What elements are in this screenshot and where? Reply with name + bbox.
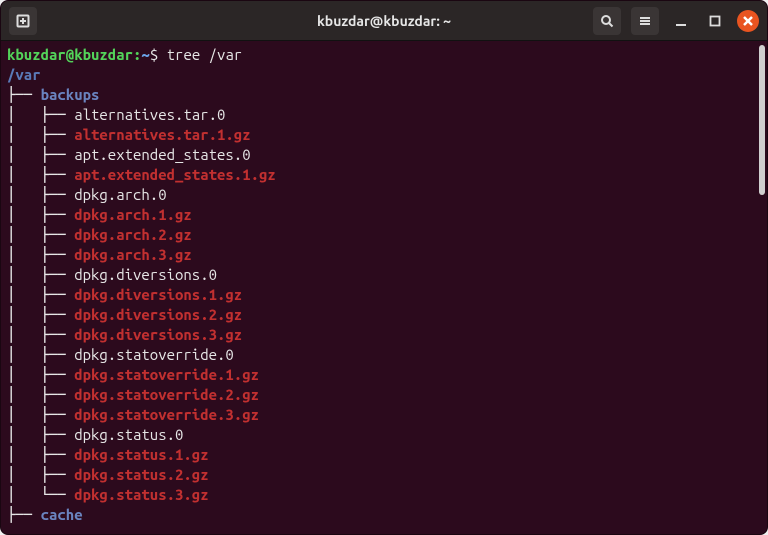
- prompt-user-host: kbuzdar@kbuzdar: [7, 46, 133, 63]
- tree-row: │ ├── apt.extended_states.0: [7, 145, 759, 165]
- tree-row: │ ├── dpkg.status.1.gz: [7, 445, 759, 465]
- file-name: dpkg.arch.0: [74, 186, 166, 203]
- search-button[interactable]: [593, 7, 621, 35]
- tree-prefix: │ ├──: [7, 246, 74, 263]
- tree-row: │ └── dpkg.status.3.gz: [7, 485, 759, 505]
- tree-prefix: │ ├──: [7, 446, 74, 463]
- directory-name: backups: [41, 86, 100, 103]
- tree-prefix: │ ├──: [7, 146, 74, 163]
- file-name: dpkg.statoverride.1.gz: [74, 366, 259, 383]
- tree-prefix: │ ├──: [7, 366, 74, 383]
- file-name: dpkg.statoverride.0: [74, 346, 234, 363]
- tree-row: │ ├── apt.extended_states.1.gz: [7, 165, 759, 185]
- prompt-symbol: $: [150, 46, 158, 63]
- tree-row: │ ├── alternatives.tar.1.gz: [7, 125, 759, 145]
- tree-row: │ ├── dpkg.arch.0: [7, 185, 759, 205]
- tree-output: ├── backups│ ├── alternatives.tar.0│ ├──…: [7, 85, 759, 525]
- file-name: dpkg.diversions.1.gz: [74, 286, 242, 303]
- tree-row: │ ├── dpkg.arch.3.gz: [7, 245, 759, 265]
- command-text: tree /var: [167, 46, 243, 63]
- tree-row: │ ├── dpkg.statoverride.3.gz: [7, 405, 759, 425]
- tree-row: │ ├── dpkg.status.0: [7, 425, 759, 445]
- tree-prefix: │ ├──: [7, 186, 74, 203]
- tree-row: │ ├── dpkg.arch.1.gz: [7, 205, 759, 225]
- tree-prefix: │ ├──: [7, 126, 74, 143]
- tree-row: │ ├── dpkg.status.2.gz: [7, 465, 759, 485]
- tree-row: │ ├── dpkg.statoverride.1.gz: [7, 365, 759, 385]
- directory-name: cache: [41, 506, 83, 523]
- file-name: dpkg.arch.2.gz: [74, 226, 192, 243]
- minimize-button[interactable]: [669, 9, 693, 33]
- tree-prefix: │ ├──: [7, 166, 74, 183]
- file-name: dpkg.diversions.3.gz: [74, 326, 242, 343]
- file-name: dpkg.statoverride.3.gz: [74, 406, 259, 423]
- tree-row: │ ├── dpkg.statoverride.2.gz: [7, 385, 759, 405]
- terminal-body[interactable]: kbuzdar@kbuzdar:~$ tree /var /var ├── ba…: [1, 41, 767, 534]
- file-name: apt.extended_states.1.gz: [74, 166, 276, 183]
- tree-row: │ ├── dpkg.diversions.0: [7, 265, 759, 285]
- tree-row: │ ├── dpkg.diversions.3.gz: [7, 325, 759, 345]
- file-name: dpkg.status.0: [74, 426, 183, 443]
- file-name: alternatives.tar.0: [74, 106, 225, 123]
- tree-row: │ ├── dpkg.diversions.1.gz: [7, 285, 759, 305]
- file-name: dpkg.status.2.gz: [74, 466, 208, 483]
- tree-row: │ ├── dpkg.statoverride.0: [7, 345, 759, 365]
- tree-row: │ ├── dpkg.arch.2.gz: [7, 225, 759, 245]
- tree-prefix: │ ├──: [7, 346, 74, 363]
- tree-row: ├── backups: [7, 85, 759, 105]
- file-name: apt.extended_states.0: [74, 146, 250, 163]
- file-name: dpkg.diversions.0: [74, 266, 217, 283]
- prompt-line: kbuzdar@kbuzdar:~$ tree /var: [7, 45, 759, 65]
- prompt-path: ~: [141, 46, 149, 63]
- tree-prefix: │ ├──: [7, 226, 74, 243]
- new-tab-button[interactable]: [9, 7, 37, 35]
- tree-prefix: │ ├──: [7, 266, 74, 283]
- tree-row: ├── cache: [7, 505, 759, 525]
- file-name: dpkg.status.3.gz: [74, 486, 208, 503]
- tree-row: │ ├── dpkg.diversions.2.gz: [7, 305, 759, 325]
- file-name: dpkg.status.1.gz: [74, 446, 208, 463]
- tree-prefix: │ ├──: [7, 406, 74, 423]
- file-name: dpkg.statoverride.2.gz: [74, 386, 259, 403]
- tree-prefix: │ ├──: [7, 386, 74, 403]
- file-name: dpkg.arch.3.gz: [74, 246, 192, 263]
- file-name: alternatives.tar.1.gz: [74, 126, 250, 143]
- tree-prefix: │ ├──: [7, 206, 74, 223]
- maximize-button[interactable]: [703, 9, 727, 33]
- menu-button[interactable]: [631, 7, 659, 35]
- tree-prefix: │ ├──: [7, 106, 74, 123]
- tree-prefix: │ ├──: [7, 466, 74, 483]
- tree-prefix: │ ├──: [7, 306, 74, 323]
- scrollbar-thumb[interactable]: [759, 45, 765, 195]
- tree-row: │ ├── alternatives.tar.0: [7, 105, 759, 125]
- file-name: dpkg.diversions.2.gz: [74, 306, 242, 323]
- tree-prefix: │ └──: [7, 486, 74, 503]
- tree-prefix: ├──: [7, 506, 41, 523]
- terminal-window: kbuzdar@kbuzdar: ~: [0, 0, 768, 535]
- tree-prefix: ├──: [7, 86, 41, 103]
- tree-prefix: │ ├──: [7, 426, 74, 443]
- titlebar: kbuzdar@kbuzdar: ~: [1, 1, 767, 41]
- tree-root: /var: [7, 65, 759, 85]
- tree-prefix: │ ├──: [7, 286, 74, 303]
- tree-prefix: │ ├──: [7, 326, 74, 343]
- file-name: dpkg.arch.1.gz: [74, 206, 192, 223]
- close-button[interactable]: [737, 10, 759, 32]
